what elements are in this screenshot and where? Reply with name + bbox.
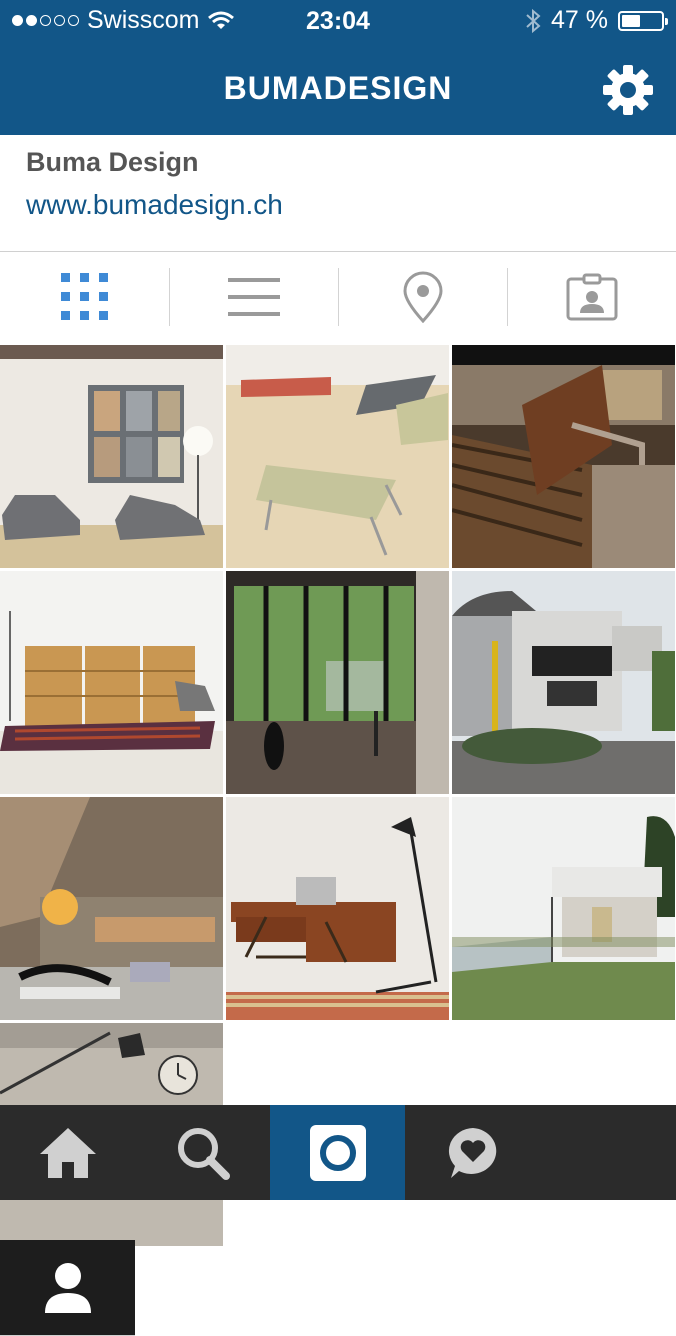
photo-thumbnail[interactable] xyxy=(226,571,449,794)
profile-icon xyxy=(44,1262,91,1313)
nav-profile[interactable] xyxy=(0,1240,135,1336)
photo-thumbnail[interactable] xyxy=(226,797,449,1020)
top-bar: Swisscom 23:04 47 % BUMADESIGN xyxy=(0,0,676,135)
battery-percent: 47 % xyxy=(551,6,608,34)
status-right: 47 % xyxy=(525,6,668,35)
view-tabs xyxy=(0,251,676,343)
status-bar: Swisscom 23:04 47 % xyxy=(0,0,676,44)
bluetooth-icon xyxy=(526,8,541,33)
profile-name: Buma Design xyxy=(26,147,199,177)
nav-search[interactable] xyxy=(135,1105,270,1200)
tab-tagged[interactable] xyxy=(507,251,676,343)
battery-icon xyxy=(618,10,668,31)
website-link[interactable]: www.bumadesign.ch xyxy=(26,189,283,221)
nav-home[interactable] xyxy=(0,1105,135,1200)
photo-thumbnail[interactable] xyxy=(226,345,449,568)
search-icon xyxy=(177,1127,230,1180)
activity-heart-icon xyxy=(448,1127,496,1178)
photo-thumbnail[interactable] xyxy=(0,797,223,1020)
tab-grid[interactable] xyxy=(0,251,169,343)
photo-thumbnail[interactable] xyxy=(0,571,223,794)
location-pin-icon xyxy=(402,271,443,323)
photo-thumbnail[interactable] xyxy=(452,571,675,794)
nav-camera[interactable] xyxy=(270,1105,405,1200)
profile-info: Buma Design www.bumadesign.ch xyxy=(0,135,676,252)
photo-thumbnail[interactable] xyxy=(452,797,675,1020)
photo-thumbnail[interactable] xyxy=(452,345,675,568)
nav-activity[interactable] xyxy=(405,1105,540,1200)
gear-icon[interactable] xyxy=(602,64,654,116)
list-icon xyxy=(227,278,280,316)
bottom-nav xyxy=(0,1105,676,1336)
photo-thumbnail[interactable] xyxy=(0,345,223,568)
page-title: BUMADESIGN xyxy=(223,70,453,106)
tagged-person-icon xyxy=(566,273,617,321)
grid-icon xyxy=(60,273,108,320)
home-icon xyxy=(39,1127,96,1178)
tab-location[interactable] xyxy=(338,251,507,343)
tab-list[interactable] xyxy=(169,251,338,343)
camera-icon xyxy=(309,1124,366,1181)
